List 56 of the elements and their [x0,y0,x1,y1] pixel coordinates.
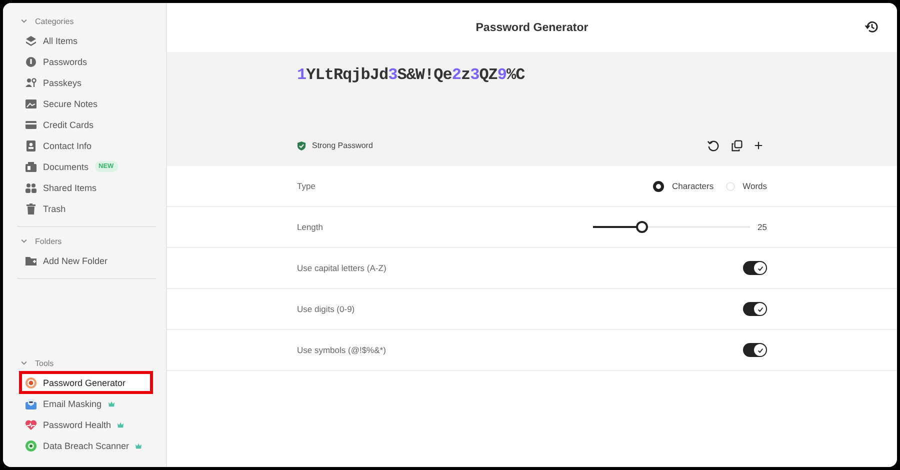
sidebar-item[interactable]: Password Health [21,415,156,434]
people-icon [25,182,37,194]
option-label: Use capital letters (A-Z) [297,263,386,273]
sidebar-item[interactable]: Data Breach Scanner [21,436,156,455]
option-label: Length [297,222,323,232]
plus-icon[interactable] [754,141,763,150]
copy-icon[interactable] [731,140,743,152]
person-key-icon [25,76,37,88]
sidebar-item[interactable]: All Items [21,31,156,50]
sidebar-item[interactable]: Add New Folder [21,251,156,270]
key-icon [25,56,37,68]
folder-plus-icon [25,254,37,266]
target-icon [25,376,37,388]
length-value: 25 [758,222,767,232]
trash-icon [25,202,37,214]
heart-icon [25,418,37,430]
shield-check-icon [297,140,306,150]
check-icon [756,346,764,354]
sidebar-item[interactable]: Contact Info [21,136,156,155]
section-title: Tools [35,358,54,368]
sidebar-item[interactable]: Password Generator [21,373,151,392]
radio-option[interactable]: Characters [653,180,714,192]
sidebar-item[interactable]: Trash [21,199,156,218]
sidebar-item[interactable]: Secure Notes [21,94,156,113]
toggle-switch[interactable] [743,302,767,316]
sidebar-item[interactable]: Shared Items [21,178,156,197]
toggle-switch[interactable] [743,261,767,275]
chevron-icon[interactable] [20,17,28,25]
image-note-icon [25,98,37,110]
option-label: Use digits (0-9) [297,304,355,314]
chevron-icon[interactable] [20,359,28,367]
option-label: Type [297,181,316,191]
section-title: Folders [35,236,62,246]
credit-card-icon [25,118,37,130]
generated-password: 1YLtRqjbJd3S&W!Qe2z3QZ9%C [297,66,526,84]
strength-label: Strong Password [312,141,373,150]
history-icon[interactable] [865,20,879,34]
sidebar-item[interactable]: Passwords [21,52,156,71]
contact-card-icon [25,140,37,152]
check-icon [756,264,764,272]
toggle-switch[interactable] [743,343,767,357]
sidebar-item[interactable]: Email Masking [21,394,156,413]
slider-thumb[interactable] [636,221,648,233]
sidebar-item[interactable]: Passkeys [21,73,156,92]
scanner-icon [25,440,37,452]
page-title: Password Generator [476,22,588,34]
section-title: Categories [35,16,74,26]
envelope-icon [25,398,37,410]
document-icon [25,160,37,172]
chevron-icon[interactable] [20,237,28,245]
sidebar-item[interactable]: Credit Cards [21,115,156,134]
radio-option[interactable]: Words [726,180,767,192]
regenerate-icon[interactable] [707,139,720,152]
option-label: Use symbols (@!$%&*) [297,345,386,355]
check-icon [756,306,764,312]
layers-icon [25,34,37,46]
